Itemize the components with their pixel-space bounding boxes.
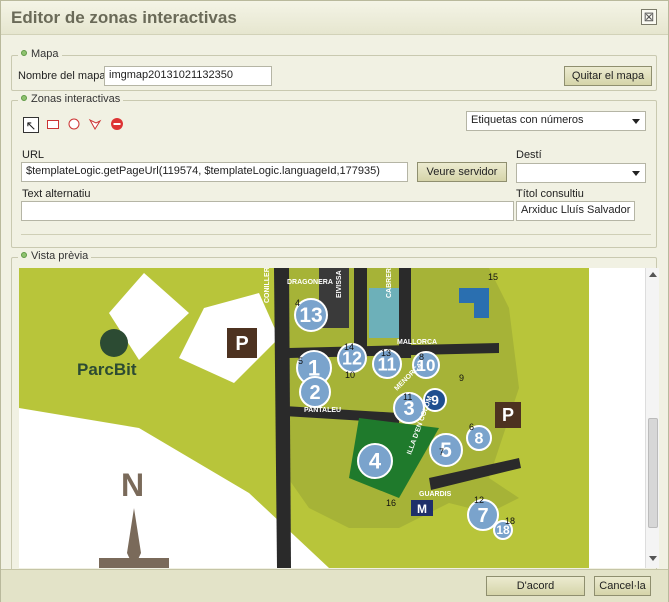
preview-scrollbar[interactable] (645, 268, 659, 568)
building-number: 2 (309, 382, 320, 404)
chevron-down-icon (632, 171, 640, 176)
preview-legend-text: Vista prèvia (31, 250, 89, 262)
bullet-icon (21, 252, 27, 258)
bullet-icon (21, 95, 27, 101)
street-label: DRAGONERA (287, 279, 333, 286)
campus-map: P P ParcBit N M 131212 11 103 94 58718414101… (19, 268, 645, 568)
map-name-label: Nombre del mapa (18, 70, 106, 82)
parking-text: P (235, 333, 248, 355)
map-name-input[interactable]: imgmap20131021132350 (104, 66, 272, 86)
zone-number: 5 (298, 356, 303, 366)
alt-text-input[interactable] (21, 201, 514, 221)
street-label: GUARDIS (419, 491, 452, 498)
compass-base (99, 558, 169, 568)
metro-text: M (417, 502, 427, 516)
map-preview[interactable]: P P ParcBit N M 13 1 2 12 11 10 3 9 4 5 8 7 18 4 14 10 1… (19, 268, 645, 568)
street-label: PANTALEU (304, 407, 341, 414)
delete-shape (111, 118, 123, 130)
imagemap-editor-dialog: Editor de zonas interactivas ⊠ Mapa Nomb… (0, 0, 669, 602)
scroll-thumb[interactable] (648, 418, 658, 528)
zone-number: 11 (403, 392, 412, 402)
pool (369, 288, 399, 338)
scroll-down-arrow[interactable] (649, 556, 657, 561)
map-legend-text: Mapa (31, 48, 59, 60)
street-label: MALLORCA (397, 339, 437, 346)
map-legend: Mapa (18, 48, 62, 60)
url-label: URL (22, 149, 45, 161)
cancel-button[interactable]: Cancel·la (594, 576, 651, 596)
bullet-icon (21, 50, 27, 56)
ok-button[interactable]: D'acord (486, 576, 585, 596)
street-label: CONILLERA (264, 268, 271, 303)
zones-legend: Zonas interactivas (18, 93, 124, 105)
polygon-shape (88, 118, 102, 130)
street-label: CABRERA (386, 268, 393, 298)
logo-mark (100, 329, 128, 357)
zone-number: 7 (439, 447, 444, 457)
scroll-up-arrow[interactable] (649, 272, 657, 277)
zones-legend-text: Zonas interactivas (31, 93, 121, 105)
label-mode-value: Etiquetas con números (471, 114, 584, 126)
parking-text: P (502, 405, 514, 425)
zone-number: 9 (459, 373, 464, 383)
chevron-down-icon (632, 119, 640, 124)
logo-text: ParcBit (77, 360, 137, 379)
tooltip-title-input[interactable]: Arxiduc Lluís Salvador (516, 201, 635, 221)
remove-map-button[interactable]: Quitar el mapa (564, 66, 652, 86)
delete-tool-icon[interactable] (109, 117, 125, 133)
close-icon[interactable]: ⊠ (641, 9, 657, 25)
zone-number: 14 (344, 342, 354, 352)
polygon-tool-icon[interactable] (87, 117, 103, 133)
circle-shape (68, 118, 80, 130)
rectangle-tool-icon[interactable] (45, 117, 61, 133)
building-number: 7 (477, 505, 488, 527)
url-input[interactable]: $templateLogic.getPageUrl(119574, $templ… (21, 162, 408, 182)
dialog-footer: D'acord Cancel·la (1, 569, 668, 602)
zone-number: 15 (488, 272, 498, 282)
building-number: 4 (369, 449, 382, 474)
building-number: 8 (475, 430, 484, 447)
view-server-button[interactable]: Veure servidor (417, 162, 507, 182)
street-label: EIVISSA (336, 270, 343, 298)
zones-divider (21, 234, 651, 235)
zone-number: 12 (474, 495, 484, 505)
zone-number: 16 (386, 498, 396, 508)
title-bar: Editor de zonas interactivas ⊠ (1, 1, 668, 35)
dialog-title: Editor de zonas interactivas (11, 8, 237, 27)
zone-number: 18 (505, 516, 515, 526)
pointer-tool-icon[interactable]: ↖ (23, 117, 39, 133)
alt-text-label: Text alternatiu (22, 188, 91, 200)
rectangle-shape (47, 120, 59, 129)
compass-letter: N (121, 467, 144, 503)
zone-number: 6 (469, 422, 474, 432)
zone-number: 10 (345, 370, 355, 380)
label-mode-select[interactable]: Etiquetas con números (466, 111, 646, 131)
tooltip-title-label: Títol consultiu (516, 188, 584, 200)
circle-tool-icon[interactable] (66, 117, 82, 133)
target-label: Destí (516, 149, 542, 161)
zone-number: 8 (419, 352, 424, 362)
building-number: 13 (299, 304, 322, 327)
zone-number: 13 (381, 348, 391, 358)
preview-legend: Vista prèvia (18, 250, 92, 262)
zone-number: 4 (295, 298, 300, 308)
target-select[interactable] (516, 163, 646, 183)
